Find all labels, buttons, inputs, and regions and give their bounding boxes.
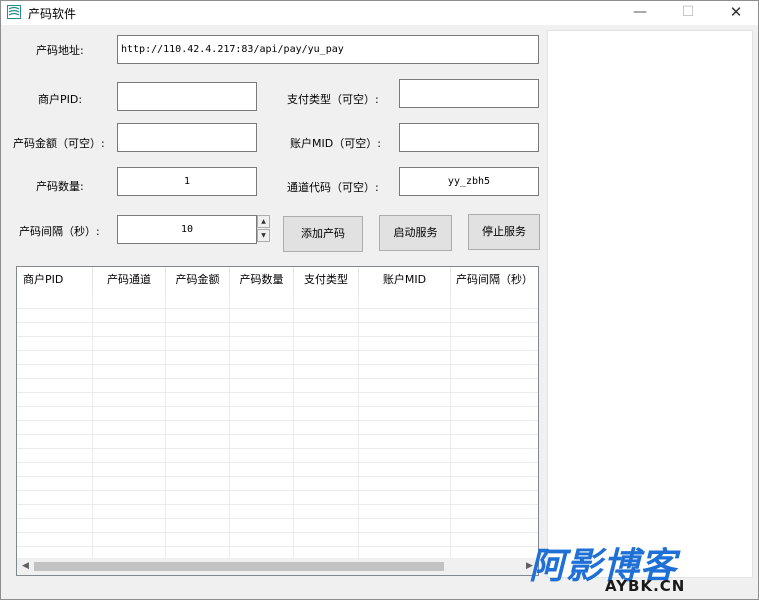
paytype-label: 支付类型（可空）: <box>287 93 379 106</box>
col-header-amount[interactable]: 产码金额 <box>166 267 230 295</box>
task-table[interactable]: 商户PID 产码通道 产码金额 产码数量 支付类型 账户MID 产码间隔（秒） … <box>16 266 539 576</box>
scrollbar-thumb[interactable] <box>34 562 444 571</box>
interval-spinner: ▲ ▼ <box>257 215 270 243</box>
app-window: 产码软件 — ☐ ✕ 产码地址: http://110.42.4.217:83/… <box>0 0 759 600</box>
maximize-button[interactable]: ☐ <box>665 1 711 25</box>
amount-field[interactable] <box>117 123 257 152</box>
log-panel[interactable] <box>547 30 753 578</box>
scroll-left-icon[interactable]: ◀ <box>17 558 34 575</box>
horizontal-scrollbar[interactable]: ◀ ▶ <box>17 558 538 575</box>
column-divider <box>229 295 230 559</box>
title-bar: 产码软件 — ☐ ✕ <box>1 1 758 25</box>
add-code-button[interactable]: 添加产码 <box>283 216 363 252</box>
mid-label: 账户MID（可空）: <box>290 137 381 150</box>
col-header-count[interactable]: 产码数量 <box>230 267 294 295</box>
watermark-logo: 阿影博客 AYBK.CN <box>527 537 757 599</box>
pid-field[interactable] <box>117 82 257 111</box>
spin-up-button[interactable]: ▲ <box>257 215 270 228</box>
stop-service-button[interactable]: 停止服务 <box>468 214 540 250</box>
channel-label: 通道代码（可空）: <box>287 181 379 194</box>
amount-label: 产码金额（可空）: <box>13 137 105 150</box>
col-header-mid[interactable]: 账户MID <box>359 267 451 295</box>
pid-label: 商户PID: <box>38 93 83 106</box>
url-label: 产码地址: <box>36 44 84 57</box>
column-divider <box>165 295 166 559</box>
mid-field[interactable] <box>399 123 539 152</box>
spin-down-button[interactable]: ▼ <box>257 229 270 242</box>
window-title: 产码软件 <box>28 7 77 21</box>
col-header-pid[interactable]: 商户PID <box>17 267 93 295</box>
interval-stepper[interactable]: 10 <box>117 215 257 244</box>
channel-field[interactable]: yy_zbh5 <box>399 167 539 196</box>
minimize-button[interactable]: — <box>617 1 663 25</box>
start-service-button[interactable]: 启动服务 <box>379 215 452 251</box>
count-field[interactable]: 1 <box>117 167 257 196</box>
column-divider <box>450 295 451 559</box>
column-divider <box>92 295 93 559</box>
table-header: 商户PID 产码通道 产码金额 产码数量 支付类型 账户MID 产码间隔（秒） <box>17 267 538 295</box>
url-field[interactable]: http://110.42.4.217:83/api/pay/yu_pay <box>117 35 539 64</box>
column-divider <box>293 295 294 559</box>
col-header-paytype[interactable]: 支付类型 <box>294 267 359 295</box>
table-body <box>17 295 538 559</box>
interval-label: 产码间隔（秒）: <box>19 225 100 238</box>
count-label: 产码数量: <box>36 180 84 193</box>
watermark-subtitle: AYBK.CN <box>605 577 686 595</box>
column-divider <box>358 295 359 559</box>
paytype-field[interactable] <box>399 79 539 108</box>
app-logo-icon <box>7 5 21 19</box>
col-header-channel[interactable]: 产码通道 <box>93 267 166 295</box>
close-button[interactable]: ✕ <box>713 1 758 25</box>
col-header-interval[interactable]: 产码间隔（秒） <box>451 267 538 295</box>
